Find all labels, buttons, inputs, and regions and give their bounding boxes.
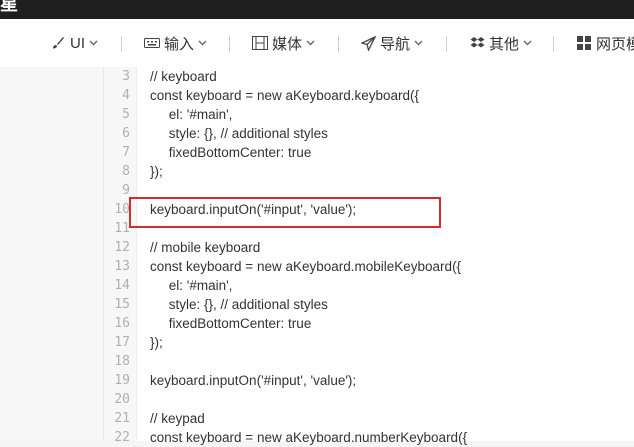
code-line: const keyboard = new aKeyboard.numberKey… [150, 430, 468, 445]
grid-icon [576, 35, 592, 51]
line-number: 8 [122, 164, 130, 179]
nav-item-label: 其他 [489, 35, 520, 53]
code-line: }); [150, 164, 163, 179]
nav-item-label: 输入 [164, 35, 195, 53]
line-number: 21 [114, 411, 130, 426]
line-number: 17 [114, 335, 130, 350]
line-number: 6 [122, 126, 130, 141]
line-number: 19 [114, 373, 130, 388]
nav-divider [446, 36, 447, 52]
line-number: 5 [122, 107, 130, 122]
line-number: 15 [114, 297, 130, 312]
line-number: 9 [122, 183, 130, 198]
nav-item-ui[interactable]: UI [50, 19, 99, 67]
nav-item-media[interactable]: 媒体 [252, 19, 316, 67]
code-line: fixedBottomCenter: true [150, 145, 312, 160]
line-number: 7 [122, 145, 130, 160]
nav-item-other[interactable]: 其他 [469, 19, 533, 67]
line-number: 22 [114, 430, 130, 445]
chevron-down-icon [523, 38, 533, 48]
code-line: const keyboard = new aKeyboard.mobileKey… [150, 259, 462, 274]
highlight-box [129, 197, 441, 228]
code-line: const keyboard = new aKeyboard.keyboard(… [150, 88, 420, 103]
code-line: style: {}, // additional styles [150, 297, 328, 312]
line-number: 16 [114, 316, 130, 331]
nav-item-label: 导航 [380, 35, 411, 53]
nav-item-input[interactable]: 输入 [144, 19, 208, 67]
nav-item-label: 媒体 [272, 35, 303, 53]
nav-divider [229, 36, 230, 52]
code-line: }); [150, 335, 163, 350]
dropbox-icon [469, 35, 485, 51]
line-number: 20 [114, 392, 130, 407]
nav-item-label: UI [70, 34, 85, 52]
code-line: style: {}, // additional styles [150, 126, 328, 141]
code-line: keyboard.inputOn('#input', 'value'); [150, 373, 357, 388]
line-number: 14 [114, 278, 130, 293]
nav-divider [338, 36, 339, 52]
chevron-down-icon [414, 38, 424, 48]
chevron-down-icon [89, 38, 99, 48]
line-number: 12 [114, 240, 130, 255]
brush-icon [50, 35, 66, 51]
nav-divider [553, 36, 554, 52]
nav-item-web-templates[interactable]: 网页模 [576, 19, 634, 67]
chevron-down-icon [198, 38, 208, 48]
code-line: // keypad [150, 411, 205, 426]
line-number: 10 [114, 202, 130, 217]
line-number: 4 [122, 88, 130, 103]
line-number: 13 [114, 259, 130, 274]
code-line: // mobile keyboard [150, 240, 261, 255]
line-number: 11 [114, 221, 130, 236]
keyboard-icon [144, 35, 160, 51]
paper-plane-icon [360, 35, 376, 51]
code-line: el: '#main', [150, 278, 233, 293]
line-number: 18 [114, 354, 130, 369]
nav-divider [121, 36, 122, 52]
code-line: // keyboard [150, 69, 217, 84]
chevron-down-icon [306, 38, 316, 48]
nav-item-navigation[interactable]: 导航 [360, 19, 424, 67]
code-line: fixedBottomCenter: true [150, 316, 312, 331]
code-block: 3 // keyboard 4 const keyboard = new aKeybo… [103, 67, 634, 445]
code-line: el: '#main', [150, 107, 233, 122]
top-bar: 星 [0, 0, 634, 19]
site-logo[interactable]: 星 [0, 0, 18, 14]
line-number: 3 [122, 69, 130, 84]
main-nav: UI 输入 媒体 导航 其他 网页模 [0, 19, 634, 68]
film-icon [252, 35, 268, 51]
nav-item-label: 网页模 [596, 35, 634, 53]
content-area: 3 // keyboard 4 const keyboard = new aKeybo… [0, 67, 634, 445]
